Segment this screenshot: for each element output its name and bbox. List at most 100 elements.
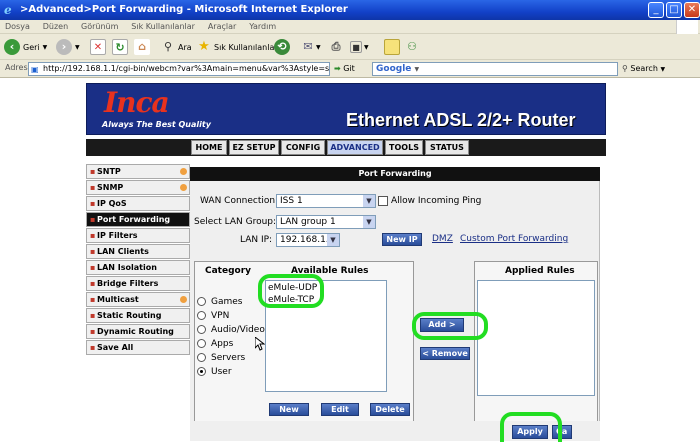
dmz-link[interactable]: DMZ <box>432 234 453 244</box>
incoming-ping-checkbox[interactable] <box>378 196 388 206</box>
edit-page-button[interactable]: ■ ▼ <box>350 38 369 56</box>
applied-rules-header: Applied Rules <box>505 266 575 276</box>
sidebar-item-ip-filters[interactable]: ▪ IP Filters <box>86 228 190 243</box>
chevron-down-icon: ▼ <box>364 43 369 51</box>
sidebar-item-dynamic-routing[interactable]: ▪ Dynamic Routing <box>86 324 190 339</box>
close-button[interactable]: ✕ <box>684 2 700 18</box>
google-logo: Google <box>376 64 412 74</box>
new-ip-button[interactable]: New IP <box>382 233 422 246</box>
address-input[interactable]: ▣ http://192.168.1.1/cgi-bin/webcm?var%3… <box>28 62 330 76</box>
bullet-icon: ▪ <box>90 311 96 320</box>
wan-connection-select[interactable]: ISS 1 ▼ <box>276 194 376 208</box>
applied-rules-panel: Applied Rules <box>474 261 598 423</box>
add-highlight-annotation <box>412 312 488 340</box>
page-icon: ▣ <box>31 65 39 74</box>
chevron-down-icon: ▼ <box>327 234 339 246</box>
window-title: >Advanced>Port Forwarding - Microsoft In… <box>20 4 348 15</box>
sidebar-item-label: Port Forwarding <box>97 215 171 224</box>
edit-rule-button[interactable]: Edit <box>321 403 359 416</box>
ie-logo-icon: e <box>4 3 12 17</box>
chevron-down-icon: ▼ <box>363 195 375 207</box>
custom-port-forwarding-link[interactable]: Custom Port Forwarding <box>460 234 568 244</box>
nav-tab-status[interactable]: STATUS <box>425 140 469 155</box>
sidebar-item-snmp[interactable]: ▪ SNMP <box>86 180 190 195</box>
notes-button[interactable] <box>384 38 400 56</box>
go-label: Git <box>343 64 355 73</box>
history-button[interactable]: ⟲ <box>274 38 290 56</box>
google-search-button[interactable]: ⚲ Search ▼ <box>622 62 665 77</box>
favorites-button[interactable]: ★ Sık Kullanılanlar <box>196 38 277 56</box>
nav-tab-home[interactable]: HOME <box>191 140 227 155</box>
sidebar-item-save-all[interactable]: ▪ Save All <box>86 340 190 355</box>
bullet-icon: ▪ <box>90 247 96 256</box>
sidebar-item-lan-isolation[interactable]: ▪ LAN Isolation <box>86 260 190 275</box>
stop-button[interactable]: ✕ <box>90 38 106 56</box>
category-radio-games[interactable] <box>197 297 206 306</box>
chevron-down-icon: ▼ <box>363 216 375 228</box>
messenger-button[interactable]: ⚇ <box>404 38 420 56</box>
remove-rule-button[interactable]: < Remove <box>420 347 470 360</box>
menu-item-help[interactable]: Yardım <box>244 20 281 34</box>
menu-item-favorites[interactable]: Sık Kullanılanlar <box>126 20 200 34</box>
new-rule-button[interactable]: New <box>269 403 309 416</box>
google-search-input[interactable]: Google ▼ <box>372 62 618 76</box>
menu-item-view[interactable]: Görünüm <box>76 20 123 34</box>
sidebar-item-static-routing[interactable]: ▪ Static Routing <box>86 308 190 323</box>
sidebar-item-bridge-filters[interactable]: ▪ Bridge Filters <box>86 276 190 291</box>
mail-button[interactable]: ✉ ▼ <box>300 38 320 56</box>
wan-connection-value: ISS 1 <box>280 196 303 206</box>
product-name: Ethernet ADSL 2/2+ Router <box>346 110 576 130</box>
category-radio-user[interactable] <box>197 367 206 376</box>
nav-tab-config[interactable]: CONFIG <box>281 140 325 155</box>
lan-ip-select[interactable]: 192.168.1.5 ▼ <box>276 233 340 247</box>
forward-button[interactable]: › ▼ <box>56 38 80 56</box>
nav-tab-advanced[interactable]: ADVANCED <box>327 140 383 155</box>
menu-item-file[interactable]: Dosya <box>0 20 35 34</box>
wan-connection-label: WAN Connection: <box>200 196 279 206</box>
chevron-down-icon: ▼ <box>660 66 666 73</box>
address-url: http://192.168.1.1/cgi-bin/webcm?var%3Am… <box>43 64 330 73</box>
nav-tab-tools[interactable]: TOOLS <box>385 140 423 155</box>
back-label: Geri <box>23 42 40 52</box>
lan-ip-label: LAN IP: <box>240 235 273 245</box>
sidebar-item-sntp[interactable]: ▪ SNTP <box>86 164 190 179</box>
sidebar-item-label: IP Filters <box>97 231 138 240</box>
category-label-user: User <box>211 367 232 377</box>
home-button[interactable]: ⌂ <box>134 38 150 56</box>
lan-group-label: Select LAN Group: <box>194 217 277 227</box>
sidebar-item-label: Bridge Filters <box>97 279 159 288</box>
sidebar-item-lan-clients[interactable]: ▪ LAN Clients <box>86 244 190 259</box>
stop-icon: ✕ <box>90 39 106 55</box>
applied-rules-list[interactable] <box>477 280 595 396</box>
back-button[interactable]: ‹ Geri ▼ <box>4 38 47 56</box>
sidebar-item-label: Dynamic Routing <box>97 327 174 336</box>
router-nav-bar: HOME EZ SETUP CONFIG ADVANCED TOOLS STAT… <box>86 139 606 156</box>
maximize-button[interactable]: □ <box>666 2 682 18</box>
search-button[interactable]: ⚲ Ara <box>160 38 192 56</box>
content-header: Port Forwarding <box>190 167 600 181</box>
refresh-button[interactable]: ↻ <box>112 38 128 56</box>
lan-group-select[interactable]: LAN group 1 ▼ <box>276 215 376 229</box>
category-radio-audio-video[interactable] <box>197 325 206 334</box>
minimize-button[interactable]: _ <box>648 2 664 18</box>
category-radio-apps[interactable] <box>197 339 206 348</box>
menu-item-tools[interactable]: Araçlar <box>203 20 241 34</box>
bullet-icon: ▪ <box>90 183 96 192</box>
advanced-sidebar: ▪ SNTP ▪ SNMP ▪ IP QoS ▪ Port Forwarding ▪ IP… <box>86 164 190 355</box>
go-button[interactable]: ➡ Git <box>334 62 355 76</box>
category-label-apps: Apps <box>211 339 234 349</box>
bullet-icon: ▪ <box>90 215 96 224</box>
menu-item-edit[interactable]: Düzen <box>38 20 73 34</box>
sidebar-item-multicast[interactable]: ▪ Multicast <box>86 292 190 307</box>
notes-icon <box>384 39 400 55</box>
delete-rule-button[interactable]: Delete <box>370 403 410 416</box>
category-radio-vpn[interactable] <box>197 311 206 320</box>
sidebar-item-label: LAN Isolation <box>97 263 157 272</box>
nav-tab-ez-setup[interactable]: EZ SETUP <box>229 140 279 155</box>
window-title-bar: >Advanced>Port Forwarding - Microsoft In… <box>0 0 700 20</box>
sidebar-item-port-forwarding[interactable]: ▪ Port Forwarding <box>86 212 190 227</box>
sidebar-item-ip-qos[interactable]: ▪ IP QoS <box>86 196 190 211</box>
bullet-icon: ▪ <box>90 343 96 352</box>
print-button[interactable]: ⎙ <box>328 38 344 56</box>
category-radio-servers[interactable] <box>197 353 206 362</box>
